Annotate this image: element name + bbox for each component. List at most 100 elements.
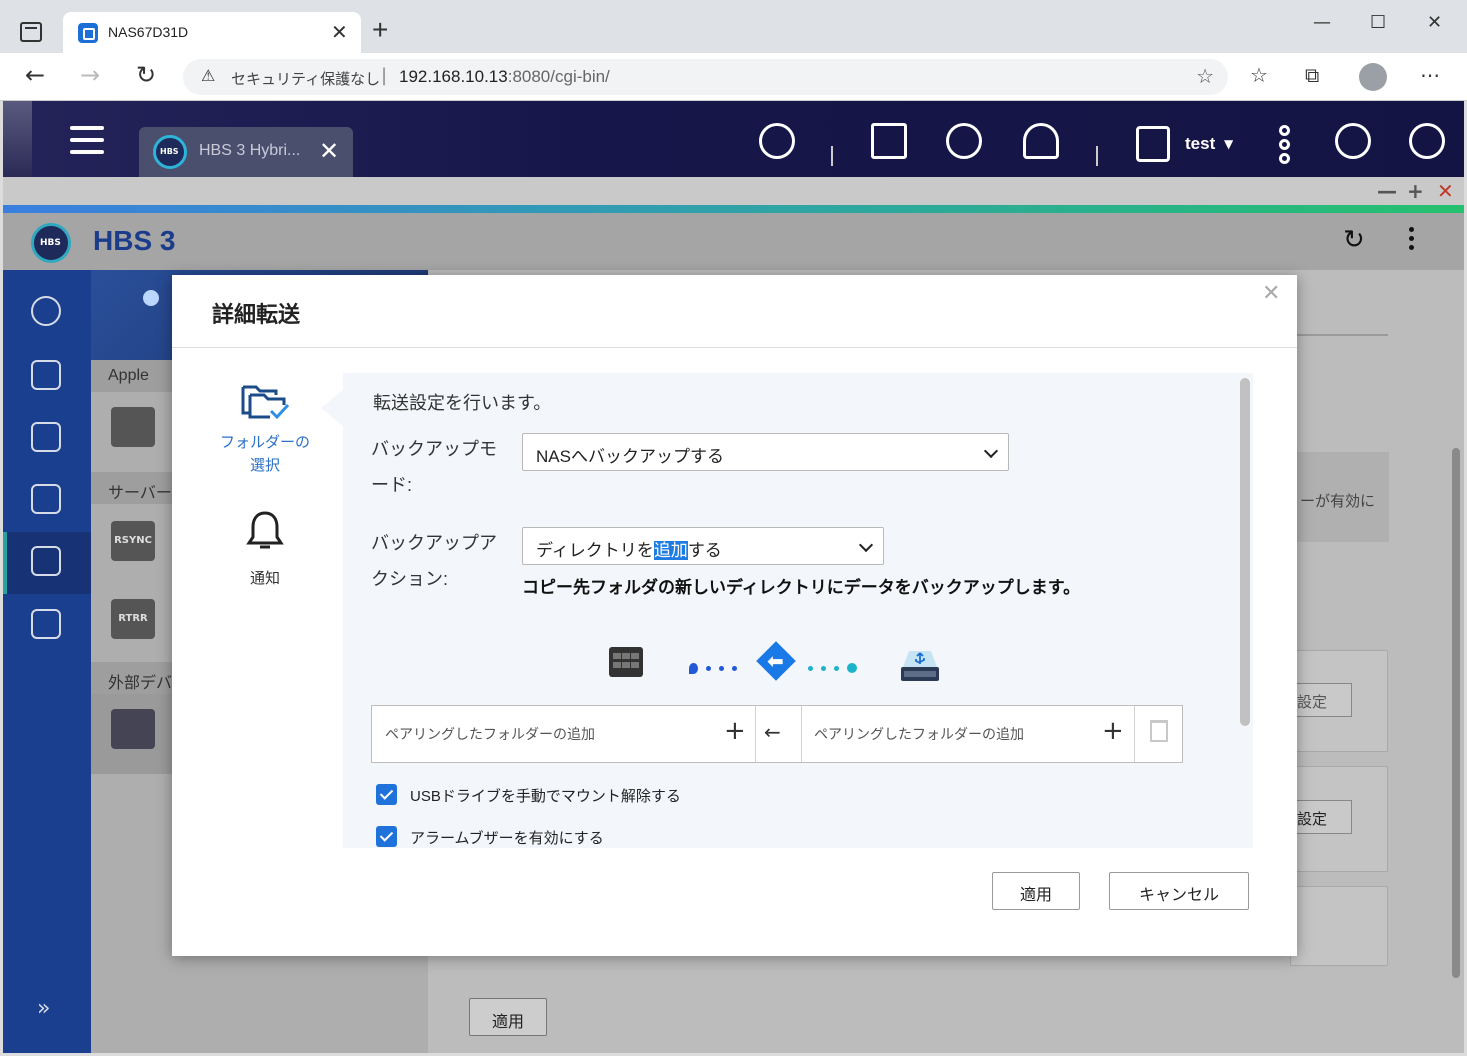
qnap-favicon-icon (78, 23, 98, 43)
pair-separator (801, 706, 802, 762)
user-icon[interactable] (1136, 126, 1170, 162)
step-label: フォルダーの 選択 (219, 434, 310, 474)
search-icon[interactable] (759, 123, 795, 159)
refresh-icon[interactable]: ↻ (1343, 225, 1365, 255)
insecure-label[interactable]: セキュリティ保護なし (231, 68, 380, 89)
notification-bell-icon[interactable] (1023, 123, 1059, 159)
trash-icon[interactable] (1150, 720, 1168, 742)
add-favorite-icon[interactable]: ☆ (1196, 64, 1214, 88)
background-apply-button[interactable]: 適用 (469, 998, 547, 1036)
unmount-usb-checkbox[interactable] (376, 784, 397, 805)
right-scrollbar[interactable] (1452, 448, 1460, 978)
browser-tab[interactable]: NAS67D31D ✕ (63, 12, 361, 53)
forward-icon[interactable]: → (80, 61, 100, 89)
close-window-icon[interactable]: ✕ (1427, 12, 1442, 33)
new-tab-icon[interactable]: + (372, 14, 388, 46)
alarm-buzzer-label: アラームブザーを有効にする (410, 830, 604, 847)
destination-folder-placeholder[interactable]: ペアリングしたフォルダーの追加 (814, 724, 1024, 744)
app-minimize-icon[interactable]: — (1377, 179, 1397, 203)
collections-icon[interactable]: ⧉ (1305, 63, 1319, 87)
address-bar-row: ← → ↻ ⚠ セキュリティ保護なし | 192.168.10.13:8080/… (0, 53, 1467, 101)
settings-panel: 転送設定を行います。 バックアップモ ード: NASへバックアップする バックアッ… (343, 373, 1253, 848)
pair-separator (1134, 706, 1135, 762)
app-tab-close-icon[interactable]: ✕ (319, 137, 339, 165)
panel-scrollbar[interactable] (1240, 378, 1250, 726)
hbs-logo-icon (153, 135, 187, 169)
dialog-title: 詳細転送 (212, 303, 301, 328)
maximize-icon[interactable]: ☐ (1370, 12, 1386, 33)
dialog-close-icon[interactable]: ✕ (1262, 281, 1280, 306)
time-machine-icon (111, 407, 155, 447)
cancel-button[interactable]: キャンセル (1109, 872, 1249, 910)
sidebar-item-overview[interactable] (3, 282, 91, 344)
folder-check-icon (240, 381, 290, 421)
tab-close-icon[interactable]: ✕ (331, 20, 348, 44)
reload-icon[interactable]: ↻ (136, 61, 156, 89)
action-value-highlight: 追加 (653, 541, 688, 560)
advanced-transfer-dialog: 詳細転送 ✕ フォルダーの 選択 通知 転送設定を行います。 バックアップモ ード:… (172, 275, 1297, 956)
unmount-usb-label: USBドライブを手動でマウント解除する (410, 788, 681, 805)
url-field[interactable]: ⚠ セキュリティ保護なし | 192.168.10.13:8080/cgi-bi… (183, 59, 1228, 95)
step-label: 通知 (249, 570, 280, 587)
step-pointer (321, 390, 343, 426)
usb-drive-icon (899, 647, 941, 683)
more-options-icon[interactable] (1279, 125, 1291, 165)
add-destination-folder-icon[interactable]: + (1102, 716, 1124, 746)
alarm-buzzer-checkbox[interactable] (376, 826, 397, 847)
profile-avatar[interactable] (1359, 63, 1387, 91)
action-description: コピー先フォルダの新しいディレクトリにデータをバックアップします。 (522, 578, 1081, 597)
app-close-icon[interactable]: ✕ (1437, 179, 1454, 203)
sidebar-item-restore[interactable] (3, 408, 91, 470)
hbs-sidebar: » (3, 270, 91, 1053)
user-caret-icon[interactable]: ▼ (1224, 137, 1233, 151)
app-menu-icon[interactable] (1409, 227, 1417, 254)
app-tab-label: HBS 3 Hybri... (199, 142, 301, 159)
hero-dot (143, 290, 159, 306)
url-separator: | (381, 65, 388, 86)
url-text[interactable]: 192.168.10.13:8080/cgi-bin/ (399, 67, 610, 87)
backup-action-select[interactable]: ディレクトリを追加する (522, 527, 884, 565)
step-folder-selection[interactable]: フォルダーの 選択 (200, 381, 330, 477)
external-device-icon (111, 709, 155, 749)
app-title: HBS 3 (93, 225, 176, 256)
hbs-header: HBS 3 ↻ (3, 213, 1464, 270)
section-label: 外部デバ (108, 675, 173, 692)
expand-sidebar-icon[interactable]: » (37, 996, 50, 1021)
flow-dots-right (808, 663, 857, 673)
sync-icon[interactable] (946, 123, 982, 159)
section-label: サーバー (108, 485, 172, 502)
main-menu-icon[interactable] (70, 126, 104, 156)
backup-mode-select[interactable]: NASへバックアップする (522, 433, 1009, 471)
right-settings-button[interactable]: 設定 (1290, 683, 1352, 717)
step-notification[interactable]: 通知 (200, 509, 330, 590)
sidebar-item-services[interactable] (3, 532, 91, 594)
add-source-folder-icon[interactable]: + (724, 716, 746, 746)
arrow-left-icon: ⬅ (767, 649, 784, 673)
user-name[interactable]: test (1185, 134, 1215, 154)
hbs-app-tab[interactable]: HBS 3 Hybri... ✕ (139, 127, 353, 177)
warning-icon: ⚠ (201, 66, 216, 85)
backup-icon (31, 360, 61, 390)
right-settings-button-2[interactable]: 設定 (1290, 800, 1352, 834)
background-tasks-icon[interactable] (871, 123, 907, 159)
back-icon[interactable]: ← (25, 61, 45, 89)
backup-mode-value: NASへバックアップする (536, 447, 724, 466)
apply-button[interactable]: 適用 (992, 872, 1080, 910)
folder-pair-row: ペアリングしたフォルダーの追加 + ← ペアリングしたフォルダーの追加 + (371, 705, 1183, 763)
tab-actions-icon[interactable] (20, 22, 42, 42)
minimize-icon[interactable]: — (1313, 12, 1331, 33)
source-folder-placeholder[interactable]: ペアリングしたフォルダーの追加 (385, 724, 595, 744)
flow-dots-left (689, 663, 737, 674)
app-maximize-icon[interactable]: + (1407, 179, 1424, 203)
transfer-diagram: ⬅ (603, 641, 953, 693)
sidebar-item-logs[interactable] (3, 595, 91, 657)
favorites-icon[interactable]: ☆ (1250, 63, 1268, 87)
sidebar-item-sync[interactable] (3, 470, 91, 532)
dashboard-gauge-icon[interactable] (1409, 123, 1445, 159)
more-icon[interactable]: ⋯ (1420, 63, 1440, 87)
backup-action-label: バックアップア クション: (371, 533, 497, 589)
info-icon[interactable] (1335, 123, 1371, 159)
sidebar-item-backup[interactable] (3, 346, 91, 408)
action-value-pre: ディレクトリを (536, 541, 654, 560)
intro-text: 転送設定を行います。 (373, 393, 552, 413)
